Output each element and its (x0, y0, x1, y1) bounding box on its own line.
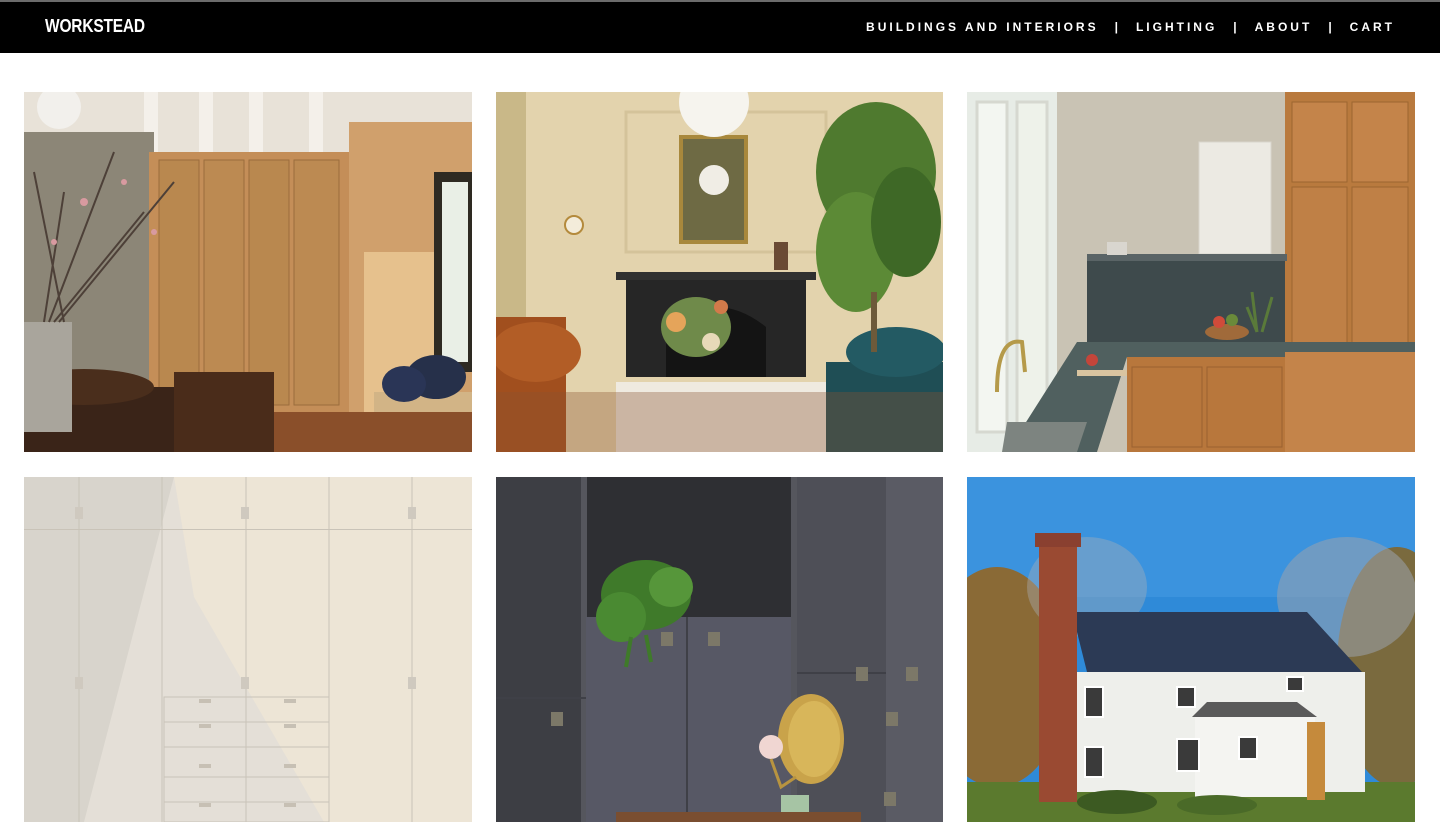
nav-link-buildings-and-interiors[interactable]: BUILDINGS AND INTERIORS (866, 20, 1099, 34)
site-logo[interactable]: WORKSTEAD (45, 16, 145, 37)
site-header: WORKSTEAD BUILDINGS AND INTERIORS | LIGH… (0, 2, 1440, 53)
white-cabinets-photo (24, 477, 472, 822)
nav-separator: | (1328, 20, 1332, 34)
project-tile-living-room[interactable] (496, 92, 943, 452)
nav-separator: | (1233, 20, 1237, 34)
metal-wall-lamp-photo (496, 477, 943, 822)
project-tile-farmhouse[interactable] (967, 477, 1415, 822)
living-room-fireplace-photo (496, 92, 943, 452)
wood-kitchen-photo (967, 92, 1415, 452)
project-tile-kitchen[interactable] (967, 92, 1415, 452)
project-tile-white-cabinets[interactable] (24, 477, 472, 822)
project-tile-wood-cabinetry[interactable] (24, 92, 472, 452)
main-nav: BUILDINGS AND INTERIORS | LIGHTING | ABO… (866, 20, 1395, 34)
nav-link-cart[interactable]: CART (1350, 20, 1395, 34)
nav-link-lighting[interactable]: LIGHTING (1136, 20, 1217, 34)
project-tile-metal-wall[interactable] (496, 477, 943, 822)
nav-separator: | (1114, 20, 1118, 34)
farmhouse-exterior-photo (967, 477, 1415, 822)
wood-cabinetry-room-photo (24, 92, 472, 452)
nav-link-about[interactable]: ABOUT (1255, 20, 1313, 34)
